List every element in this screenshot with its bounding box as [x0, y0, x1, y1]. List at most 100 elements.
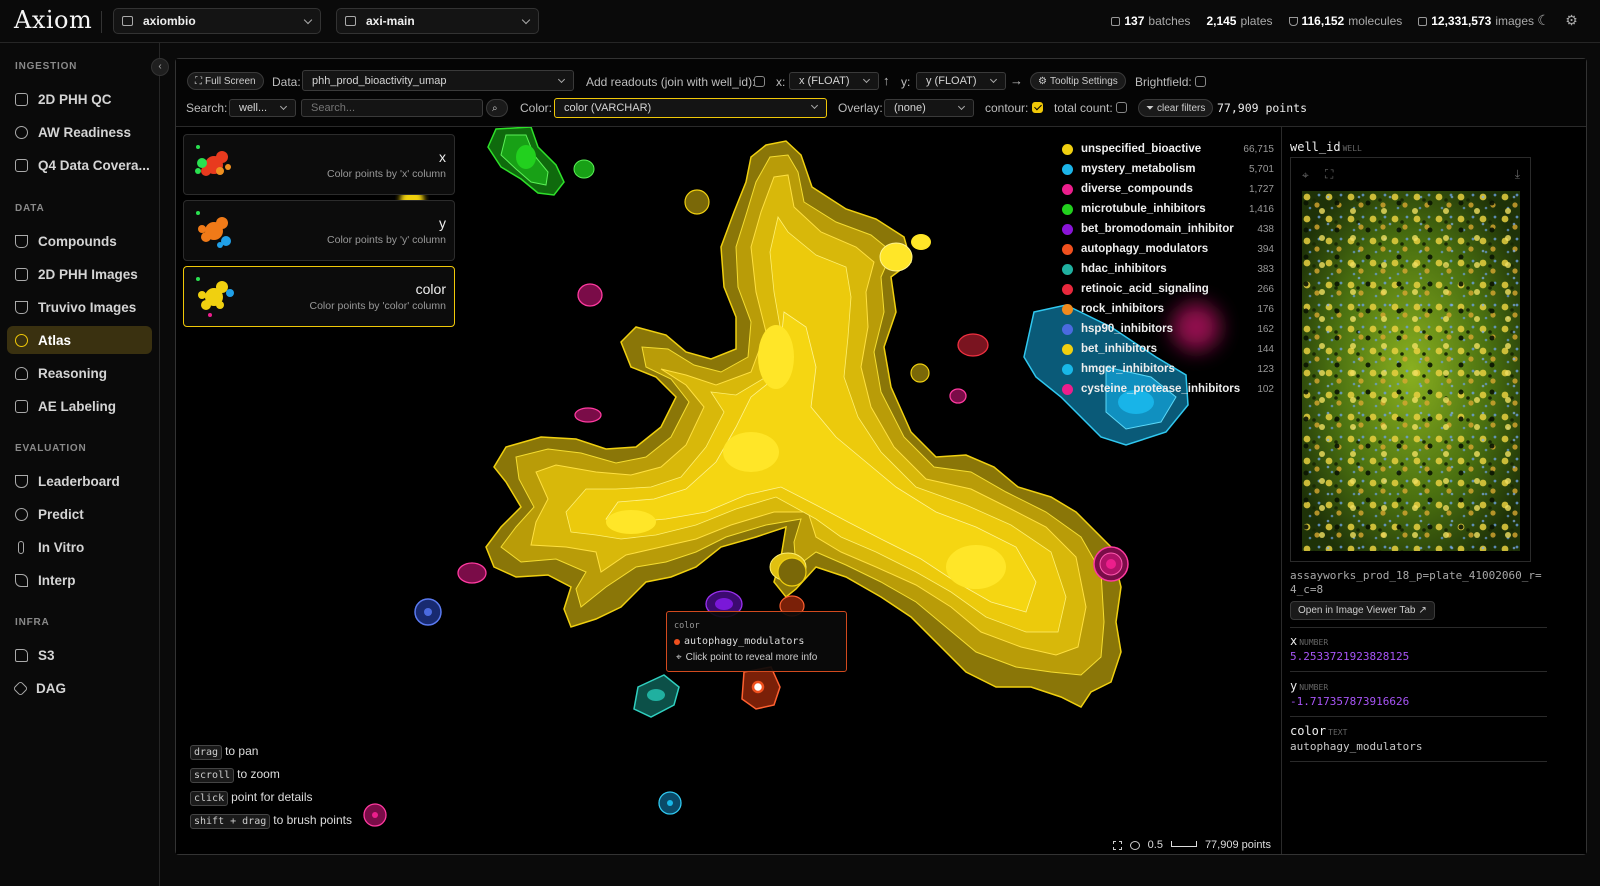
legend-item[interactable]: hmgcr_inhibitors 123	[1062, 359, 1274, 379]
well-image[interactable]	[1302, 191, 1520, 551]
select-box-icon[interactable]	[1112, 840, 1122, 850]
legend-count: 1,416	[1248, 203, 1274, 215]
cluster-hdac-inhibitors	[633, 674, 680, 718]
search-label: Search:	[186, 101, 228, 115]
maximize-icon[interactable]: ⛶	[1325, 167, 1333, 182]
sidebar-section-evaluation: EVALUATION	[15, 443, 87, 454]
x-select[interactable]: x (FLOAT)	[789, 72, 879, 90]
server-icon	[345, 16, 356, 26]
stats-bar: 137 batches 2,145 plates 116,152 molecules …	[1111, 14, 1534, 28]
readouts-checkbox[interactable]	[754, 76, 765, 87]
color-by-card-x[interactable]: x Color points by 'x' column	[183, 134, 455, 195]
legend-item[interactable]: rock_inhibitors 176	[1062, 299, 1274, 319]
color-select[interactable]: color (VARCHAR)	[554, 98, 827, 118]
full-screen-button[interactable]: ⛶ Full Screen	[187, 72, 264, 90]
stat-molecules: 116,152 molecules	[1288, 14, 1402, 28]
sidebar-item-interp[interactable]: Interp	[7, 566, 152, 594]
sidebar-item-reasoning[interactable]: Reasoning	[7, 359, 152, 387]
tooltip-settings-button[interactable]: ⚙ Tooltip Settings	[1030, 72, 1126, 90]
legend-item[interactable]: hsp90_inhibitors 162	[1062, 319, 1274, 339]
org-select[interactable]: axiombio	[113, 8, 321, 34]
legend-item[interactable]: autophagy_modulators 394	[1062, 239, 1274, 259]
sidebar-item-q4-data-coverage[interactable]: Q4 Data Covera...	[7, 151, 152, 179]
sidebar-item-2d-phh-images[interactable]: 2D PHH Images	[7, 260, 152, 288]
filter-icon: ⏷	[1146, 102, 1154, 114]
overlay-select[interactable]: (none)	[884, 99, 974, 117]
globe-icon	[15, 333, 28, 347]
legend-item[interactable]: bet_inhibitors 144	[1062, 339, 1274, 359]
sidebar-item-2d-phh-qc[interactable]: 2D PHH QC	[7, 85, 152, 113]
sidebar-collapse-button[interactable]: ‹	[151, 58, 169, 76]
legend-label: microtubule_inhibitors	[1081, 203, 1206, 215]
legend-count: 162	[1257, 323, 1274, 335]
data-label: Data:	[272, 75, 301, 89]
sidebar-item-compounds[interactable]: Compounds	[7, 227, 152, 255]
chevron-down-icon	[957, 102, 966, 111]
sidebar-item-dag[interactable]: DAG	[7, 674, 152, 702]
color-legend: unspecified_bioactive 66,715 mystery_metab…	[1056, 139, 1278, 399]
org-select-value: axiombio	[143, 14, 196, 28]
arrow-up-icon[interactable]: ↑	[883, 73, 890, 88]
sidebar-item-atlas[interactable]: Atlas	[7, 326, 152, 354]
legend-item[interactable]: cysteine_protease_inhibitors 102	[1062, 379, 1274, 399]
search-button[interactable]: ⌕	[486, 99, 508, 117]
color-by-card-y[interactable]: y Color points by 'y' column	[183, 200, 455, 261]
branch-select[interactable]: axi-main	[336, 8, 539, 34]
stat-images: 12,331,573 images	[1418, 14, 1534, 28]
sidebar-item-truvivo-images[interactable]: Truvivo Images	[7, 293, 152, 321]
card-subtitle: Color points by 'y' column	[327, 234, 446, 246]
sidebar-item-ae-labeling[interactable]: AE Labeling	[7, 392, 152, 420]
color-by-card-color[interactable]: color Color points by 'color' column	[183, 266, 455, 327]
legend-item[interactable]: bet_bromodomain_inhibitor 438	[1062, 219, 1274, 239]
field-x-value: 5.2533721923828125	[1290, 650, 1410, 663]
hover-tooltip: color autophagy_modulators ⌖ Click point…	[666, 611, 847, 672]
data-select[interactable]: phh_prod_bioactivity_umap	[302, 70, 574, 91]
sidebar-item-s3[interactable]: S3	[7, 641, 152, 669]
download-icon[interactable]: ⤓	[1515, 167, 1520, 182]
legend-color-dot	[1062, 323, 1073, 335]
sidebar: INGESTION 2D PHH QC AW Readiness Q4 Data…	[0, 43, 160, 886]
legend-item[interactable]: retinoic_acid_signaling 266	[1062, 279, 1274, 299]
brain-icon	[15, 366, 28, 380]
card-subtitle: Color points by 'color' column	[309, 300, 447, 312]
legend-item[interactable]: hdac_inhibitors 383	[1062, 259, 1274, 279]
overlay-label: Overlay:	[838, 101, 883, 115]
test-tube-icon	[18, 540, 24, 554]
chart-icon	[15, 573, 28, 587]
sidebar-item-in-vitro[interactable]: In Vitro	[7, 533, 152, 561]
search-field-select[interactable]: well...	[229, 99, 296, 117]
folder-icon	[15, 648, 28, 662]
contour-checkbox[interactable]	[1032, 102, 1043, 113]
divider	[1290, 627, 1547, 628]
sidebar-item-aw-readiness[interactable]: AW Readiness	[7, 118, 152, 146]
legend-count: 123	[1257, 363, 1274, 375]
app-logo[interactable]: Axiom	[14, 6, 92, 34]
legend-count: 66,715	[1243, 143, 1274, 155]
brightfield-checkbox[interactable]	[1195, 76, 1206, 87]
gear-icon[interactable]: ⚙	[1564, 13, 1579, 28]
open-image-viewer-button[interactable]: Open in Image Viewer Tab ↗	[1290, 601, 1435, 620]
sidebar-item-leaderboard[interactable]: Leaderboard	[7, 467, 152, 495]
legend-item[interactable]: unspecified_bioactive 66,715	[1062, 139, 1274, 159]
search-input[interactable]	[301, 99, 483, 117]
arrow-right-icon[interactable]: →	[1010, 73, 1023, 88]
chevron-down-icon	[557, 75, 566, 84]
legend-item[interactable]: diverse_compounds 1,727	[1062, 179, 1274, 199]
lasso-icon[interactable]	[1129, 840, 1140, 850]
stat-batches: 137 batches	[1111, 14, 1190, 28]
y-select[interactable]: y (FLOAT)	[916, 72, 1006, 90]
clear-filters-button[interactable]: ⏷ clear filters	[1138, 99, 1214, 117]
legend-item[interactable]: microtubule_inhibitors 1,416	[1062, 199, 1274, 219]
contour-label: contour:	[985, 101, 1029, 115]
legend-count: 394	[1257, 243, 1274, 255]
moon-icon[interactable]: ☾	[1536, 13, 1551, 28]
legend-color-dot	[1062, 203, 1073, 215]
sidebar-item-predict[interactable]: Predict	[7, 500, 152, 528]
scatter-plot[interactable]: x Color points by 'x' column y Color poi…	[176, 127, 1281, 854]
database-icon	[15, 158, 28, 172]
total-count-checkbox[interactable]	[1116, 102, 1127, 113]
crosshair-icon[interactable]: ⌖	[1302, 168, 1309, 183]
legend-count: 102	[1257, 383, 1274, 395]
legend-item[interactable]: mystery_metabolism 5,701	[1062, 159, 1274, 179]
legend-count: 1,727	[1248, 183, 1274, 195]
